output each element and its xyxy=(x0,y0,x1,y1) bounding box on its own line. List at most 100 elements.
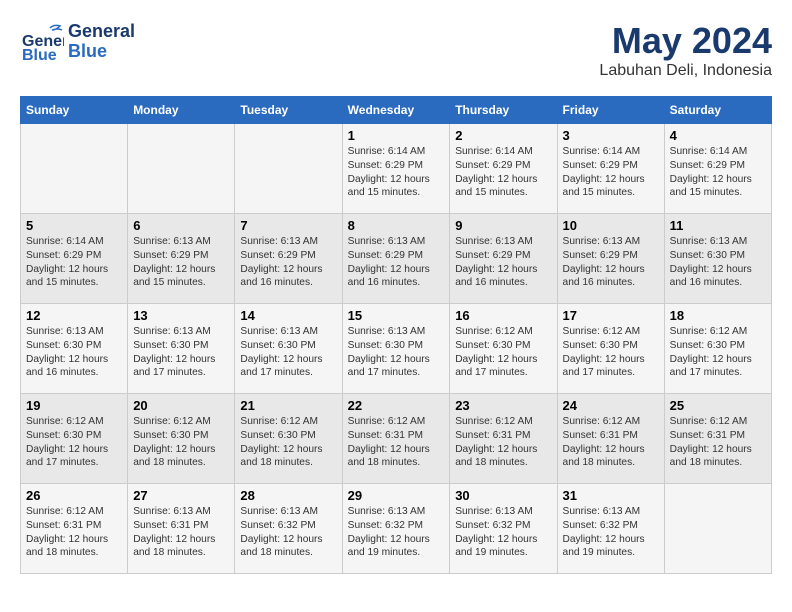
day-info: Sunrise: 6:12 AM Sunset: 6:30 PM Dayligh… xyxy=(670,325,766,380)
day-number: 24 xyxy=(563,398,659,413)
calendar-cell-w5-d0: 26 Sunrise: 6:12 AM Sunset: 6:31 PM Dayli… xyxy=(21,484,128,574)
day-number: 21 xyxy=(240,398,336,413)
calendar-cell-w4-d4: 23Sunrise: 6:12 AM Sunset: 6:31 PM Dayli… xyxy=(450,394,557,484)
calendar-cell-w3-d1: 13Sunrise: 6:13 AM Sunset: 6:30 PM Dayli… xyxy=(128,304,235,394)
day-info: Sunrise: 6:14 AM Sunset: 6:29 PM Dayligh… xyxy=(670,145,766,200)
calendar-cell-w1-d1 xyxy=(128,124,235,214)
day-info: Sunrise: 6:14 AM Sunset: 6:29 PM Dayligh… xyxy=(455,145,551,200)
header-saturday: Saturday xyxy=(664,97,771,124)
day-number: 20 xyxy=(133,398,229,413)
calendar-cell-w3-d2: 14 Sunrise: 6:13 AM Sunset: 6:30 PM Dayli… xyxy=(235,304,342,394)
calendar-cell-w4-d1: 20 Sunrise: 6:12 AM Sunset: 6:30 PM Dayli… xyxy=(128,394,235,484)
day-info: Sunrise: 6:12 AM Sunset: 6:31 PM Dayligh… xyxy=(455,415,551,470)
calendar-cell-w1-d6: 4Sunrise: 6:14 AM Sunset: 6:29 PM Daylig… xyxy=(664,124,771,214)
logo-blue-text: Blue xyxy=(68,42,135,62)
day-number: 5 xyxy=(26,218,122,233)
svg-text:Blue: Blue xyxy=(22,47,57,64)
day-number: 16 xyxy=(455,308,551,323)
calendar-cell-w3-d0: 12Sunrise: 6:13 AM Sunset: 6:30 PM Dayli… xyxy=(21,304,128,394)
calendar-cell-w4-d6: 25 Sunrise: 6:12 AM Sunset: 6:31 PM Dayli… xyxy=(664,394,771,484)
day-info: Sunrise: 6:12 AM Sunset: 6:30 PM Dayligh… xyxy=(240,415,336,470)
day-number: 10 xyxy=(563,218,659,233)
calendar-cell-w3-d4: 16 Sunrise: 6:12 AM Sunset: 6:30 PM Dayli… xyxy=(450,304,557,394)
day-info: Sunrise: 6:12 AM Sunset: 6:31 PM Dayligh… xyxy=(348,415,445,470)
day-number: 1 xyxy=(348,128,445,143)
page-header: General Blue General Blue May 2024 Labuh… xyxy=(20,20,772,80)
day-number: 14 xyxy=(240,308,336,323)
calendar-cell-w1-d5: 3 Sunrise: 6:14 AM Sunset: 6:29 PM Daylig… xyxy=(557,124,664,214)
day-info: Sunrise: 6:12 AM Sunset: 6:31 PM Dayligh… xyxy=(670,415,766,470)
calendar-cell-w5-d4: 30Sunrise: 6:13 AM Sunset: 6:32 PM Dayli… xyxy=(450,484,557,574)
week-row-3: 12 Sunrise: 6:13 AM Sunset: 6:30 PM Dayli… xyxy=(21,304,772,394)
day-info: Sunrise: 6:12 AM Sunset: 6:31 PM Dayligh… xyxy=(26,505,122,560)
day-number: 9 xyxy=(455,218,551,233)
calendar-cell-w2-d0: 5Sunrise: 6:14 AM Sunset: 6:29 PM Daylig… xyxy=(21,214,128,304)
day-info: Sunrise: 6:13 AM Sunset: 6:29 PM Dayligh… xyxy=(455,235,551,290)
week-row-2: 5Sunrise: 6:14 AM Sunset: 6:29 PM Daylig… xyxy=(21,214,772,304)
day-info: Sunrise: 6:13 AM Sunset: 6:32 PM Dayligh… xyxy=(563,505,659,560)
day-info: Sunrise: 6:13 AM Sunset: 6:30 PM Dayligh… xyxy=(348,325,445,380)
day-number: 2 xyxy=(455,128,551,143)
day-info: Sunrise: 6:12 AM Sunset: 6:30 PM Dayligh… xyxy=(26,415,122,470)
calendar-cell-w5-d5: 31 Sunrise: 6:13 AM Sunset: 6:32 PM Dayli… xyxy=(557,484,664,574)
calendar-cell-w5-d3: 29 Sunrise: 6:13 AM Sunset: 6:32 PM Dayli… xyxy=(342,484,450,574)
calendar-table: Sunday Monday Tuesday Wednesday Thursday… xyxy=(20,96,772,574)
day-number: 17 xyxy=(563,308,659,323)
calendar-cell-w5-d2: 28 Sunrise: 6:13 AM Sunset: 6:32 PM Dayli… xyxy=(235,484,342,574)
day-info: Sunrise: 6:14 AM Sunset: 6:29 PM Dayligh… xyxy=(348,145,445,200)
calendar-cell-w5-d1: 27Sunrise: 6:13 AM Sunset: 6:31 PM Dayli… xyxy=(128,484,235,574)
day-number: 8 xyxy=(348,218,445,233)
calendar-cell-w4-d2: 21 Sunrise: 6:12 AM Sunset: 6:30 PM Dayli… xyxy=(235,394,342,484)
day-info: Sunrise: 6:13 AM Sunset: 6:29 PM Dayligh… xyxy=(563,235,659,290)
week-row-1: 1 Sunrise: 6:14 AM Sunset: 6:29 PM Daylig… xyxy=(21,124,772,214)
day-info: Sunrise: 6:13 AM Sunset: 6:30 PM Dayligh… xyxy=(240,325,336,380)
calendar-cell-w2-d6: 11Sunrise: 6:13 AM Sunset: 6:30 PM Dayli… xyxy=(664,214,771,304)
calendar-cell-w1-d4: 2 Sunrise: 6:14 AM Sunset: 6:29 PM Daylig… xyxy=(450,124,557,214)
day-number: 3 xyxy=(563,128,659,143)
day-info: Sunrise: 6:14 AM Sunset: 6:29 PM Dayligh… xyxy=(563,145,659,200)
logo-general-text: General xyxy=(68,22,135,42)
calendar-cell-w2-d3: 8 Sunrise: 6:13 AM Sunset: 6:29 PM Daylig… xyxy=(342,214,450,304)
calendar-cell-w4-d0: 19 Sunrise: 6:12 AM Sunset: 6:30 PM Dayli… xyxy=(21,394,128,484)
day-number: 18 xyxy=(670,308,766,323)
day-info: Sunrise: 6:13 AM Sunset: 6:32 PM Dayligh… xyxy=(240,505,336,560)
header-thursday: Thursday xyxy=(450,97,557,124)
weekday-header-row: Sunday Monday Tuesday Wednesday Thursday… xyxy=(21,97,772,124)
calendar-cell-w1-d3: 1 Sunrise: 6:14 AM Sunset: 6:29 PM Daylig… xyxy=(342,124,450,214)
day-info: Sunrise: 6:12 AM Sunset: 6:30 PM Dayligh… xyxy=(455,325,551,380)
day-info: Sunrise: 6:13 AM Sunset: 6:32 PM Dayligh… xyxy=(348,505,445,560)
calendar-cell-w3-d3: 15 Sunrise: 6:13 AM Sunset: 6:30 PM Dayli… xyxy=(342,304,450,394)
day-info: Sunrise: 6:12 AM Sunset: 6:30 PM Dayligh… xyxy=(133,415,229,470)
logo: General Blue General Blue xyxy=(20,20,135,64)
day-number: 19 xyxy=(26,398,122,413)
logo-icon: General Blue xyxy=(20,20,64,64)
day-number: 31 xyxy=(563,488,659,503)
calendar-cell-w5-d6 xyxy=(664,484,771,574)
day-number: 25 xyxy=(670,398,766,413)
day-number: 26 xyxy=(26,488,122,503)
day-info: Sunrise: 6:13 AM Sunset: 6:32 PM Dayligh… xyxy=(455,505,551,560)
calendar-cell-w3-d5: 17Sunrise: 6:12 AM Sunset: 6:30 PM Dayli… xyxy=(557,304,664,394)
calendar-cell-w1-d2 xyxy=(235,124,342,214)
title-block: May 2024 Labuhan Deli, Indonesia xyxy=(599,20,772,80)
header-sunday: Sunday xyxy=(21,97,128,124)
week-row-5: 26 Sunrise: 6:12 AM Sunset: 6:31 PM Dayli… xyxy=(21,484,772,574)
calendar-cell-w2-d1: 6Sunrise: 6:13 AM Sunset: 6:29 PM Daylig… xyxy=(128,214,235,304)
header-wednesday: Wednesday xyxy=(342,97,450,124)
month-year: May 2024 xyxy=(599,20,772,62)
day-info: Sunrise: 6:13 AM Sunset: 6:30 PM Dayligh… xyxy=(670,235,766,290)
day-number: 15 xyxy=(348,308,445,323)
calendar-cell-w3-d6: 18 Sunrise: 6:12 AM Sunset: 6:30 PM Dayli… xyxy=(664,304,771,394)
day-number: 27 xyxy=(133,488,229,503)
calendar-cell-w4-d5: 24 Sunrise: 6:12 AM Sunset: 6:31 PM Dayli… xyxy=(557,394,664,484)
day-info: Sunrise: 6:12 AM Sunset: 6:31 PM Dayligh… xyxy=(563,415,659,470)
day-info: Sunrise: 6:13 AM Sunset: 6:29 PM Dayligh… xyxy=(348,235,445,290)
day-number: 29 xyxy=(348,488,445,503)
day-info: Sunrise: 6:13 AM Sunset: 6:30 PM Dayligh… xyxy=(133,325,229,380)
day-number: 28 xyxy=(240,488,336,503)
header-friday: Friday xyxy=(557,97,664,124)
location: Labuhan Deli, Indonesia xyxy=(599,62,772,80)
day-info: Sunrise: 6:13 AM Sunset: 6:29 PM Dayligh… xyxy=(240,235,336,290)
day-number: 12 xyxy=(26,308,122,323)
calendar-cell-w2-d4: 9 Sunrise: 6:13 AM Sunset: 6:29 PM Daylig… xyxy=(450,214,557,304)
